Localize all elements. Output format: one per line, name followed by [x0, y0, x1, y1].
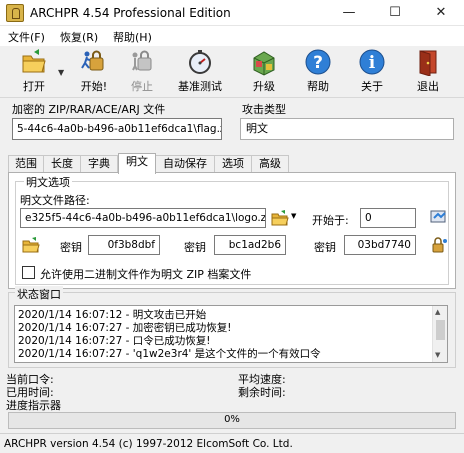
archpr-app-icon: [6, 4, 24, 22]
load-keys-icon[interactable]: [22, 237, 40, 253]
encrypted-file-input[interactable]: 5-44c6-4a0b-b496-a0b11ef6dca1\flag.zip: [12, 118, 222, 140]
minimize-button[interactable]: —: [326, 0, 372, 26]
plaintext-path-label: 明文文件路径:: [20, 194, 90, 207]
close-button[interactable]: ✕: [418, 0, 464, 26]
scroll-thumb[interactable]: [436, 320, 445, 340]
plaintext-path-input[interactable]: e325f5-44c6-4a0b-b496-a0b11ef6dca1\logo.…: [20, 208, 266, 228]
exit-door-icon: [414, 48, 442, 77]
upgrade-label: 升级: [253, 80, 275, 93]
allow-binary-label: 允许使用二进制文件作为明文 ZIP 档案文件: [40, 268, 252, 281]
exit-button[interactable]: 退出: [408, 48, 448, 96]
upgrade-button[interactable]: 升级: [244, 48, 284, 96]
stop-label: 停止: [131, 80, 153, 93]
remaining-time-label: 剩余时间:: [238, 386, 286, 399]
start-at-label: 开始于:: [312, 214, 349, 227]
open-button[interactable]: 打开: [14, 48, 54, 96]
tab-options[interactable]: 选项: [214, 155, 252, 173]
open-dropdown-arrow-icon[interactable]: ▼: [58, 68, 64, 77]
plaintext-options-group: 明文选项 明文文件路径: e325f5-44c6-4a0b-b496-a0b11…: [15, 174, 449, 285]
exit-label: 退出: [417, 80, 439, 93]
toolbar: 打开 ▼ 开始! 停止 基准测试 升级 ? 帮助 i 关于 退出: [0, 46, 464, 98]
info-icon: i: [358, 48, 386, 76]
status-bar: ARCHPR version 4.54 (c) 1997-2012 ElcomS…: [0, 433, 464, 453]
menu-help[interactable]: 帮助(H): [113, 29, 152, 45]
status-log[interactable]: 2020/1/14 16:07:12 - 明文攻击已开始 2020/1/14 1…: [14, 305, 448, 363]
browse-plaintext-icon[interactable]: [271, 210, 289, 226]
key2-input[interactable]: bc1ad2b6: [214, 235, 286, 255]
about-label: 关于: [361, 80, 383, 93]
attack-type-label: 攻击类型: [242, 103, 286, 116]
help-label: 帮助: [307, 80, 329, 93]
key1-label: 密钥: [60, 241, 82, 254]
benchmark-button[interactable]: 基准测试: [172, 48, 228, 96]
status-window-title: 状态窗口: [15, 286, 63, 302]
scroll-up-icon[interactable]: ▲: [435, 308, 440, 316]
tab-length[interactable]: 长度: [43, 155, 81, 173]
plaintext-options-title: 明文选项: [24, 174, 72, 190]
stop-man-icon: [128, 48, 156, 76]
key3-label: 密钥: [314, 241, 336, 254]
maximize-button[interactable]: ☐: [372, 0, 418, 26]
attack-type-value: 明文: [246, 122, 268, 135]
status-window: 状态窗口 2020/1/14 16:07:12 - 明文攻击已开始 2020/1…: [8, 286, 456, 368]
window-title: ARCHPR 4.54 Professional Edition: [30, 6, 231, 20]
start-label: 开始!: [80, 80, 108, 93]
attack-type-select[interactable]: 明文: [240, 118, 454, 140]
tab-range[interactable]: 范围: [8, 155, 44, 173]
progress-text: 0%: [224, 414, 240, 425]
svg-text:i: i: [369, 53, 376, 73]
progress-bar: 0%: [8, 412, 456, 429]
encrypted-file-label: 加密的 ZIP/RAR/ACE/ARJ 文件: [12, 103, 166, 116]
log-line: 2020/1/14 16:07:27 - 'q1w2e3r4' 是这个文件的一个…: [18, 348, 321, 360]
tab-autosave[interactable]: 自动保存: [155, 155, 215, 173]
menu-recovery[interactable]: 恢复(R): [60, 29, 98, 45]
folder-open-icon: [20, 48, 48, 76]
progress-indicator-label: 进度指示器: [6, 399, 61, 412]
key-settings-icon[interactable]: [430, 209, 448, 225]
scroll-down-icon[interactable]: ▼: [435, 351, 440, 359]
title-bar[interactable]: ARCHPR 4.54 Professional Edition — ☐ ✕: [0, 0, 464, 26]
start-at-input[interactable]: 0: [360, 208, 416, 228]
upgrade-box-icon: [250, 48, 278, 76]
allow-binary-checkbox[interactable]: [22, 266, 35, 279]
menu-file[interactable]: 文件(F): [8, 29, 45, 45]
about-button[interactable]: i 关于: [352, 48, 392, 96]
browse-dropdown-arrow-icon[interactable]: ▼: [291, 212, 296, 220]
key3-input[interactable]: 03bd7740: [344, 235, 416, 255]
version-text: ARCHPR version 4.54 (c) 1997-2012 ElcomS…: [4, 438, 293, 450]
running-man-icon: [80, 48, 108, 76]
benchmark-label: 基准测试: [178, 80, 222, 93]
svg-text:?: ?: [313, 53, 323, 73]
status-log-scrollbar[interactable]: ▲ ▼: [432, 306, 447, 362]
tab-plaintext[interactable]: 明文: [118, 153, 156, 174]
key1-input[interactable]: 0f3b8dbf: [88, 235, 160, 255]
tab-dictionary[interactable]: 字典: [80, 155, 118, 173]
stopwatch-icon: [186, 48, 214, 76]
start-button[interactable]: 开始!: [74, 48, 114, 96]
lock-key-icon[interactable]: [430, 237, 448, 253]
key2-label: 密钥: [184, 241, 206, 254]
menu-bar: 文件(F) 恢复(R) 帮助(H): [0, 26, 464, 46]
plaintext-tab-panel: 明文选项 明文文件路径: e325f5-44c6-4a0b-b496-a0b11…: [8, 172, 456, 289]
tab-advanced[interactable]: 高级: [251, 155, 289, 173]
open-label: 打开: [23, 80, 45, 93]
stop-button[interactable]: 停止: [122, 48, 162, 96]
help-button[interactable]: ? 帮助: [298, 48, 338, 96]
help-icon: ?: [304, 48, 332, 76]
